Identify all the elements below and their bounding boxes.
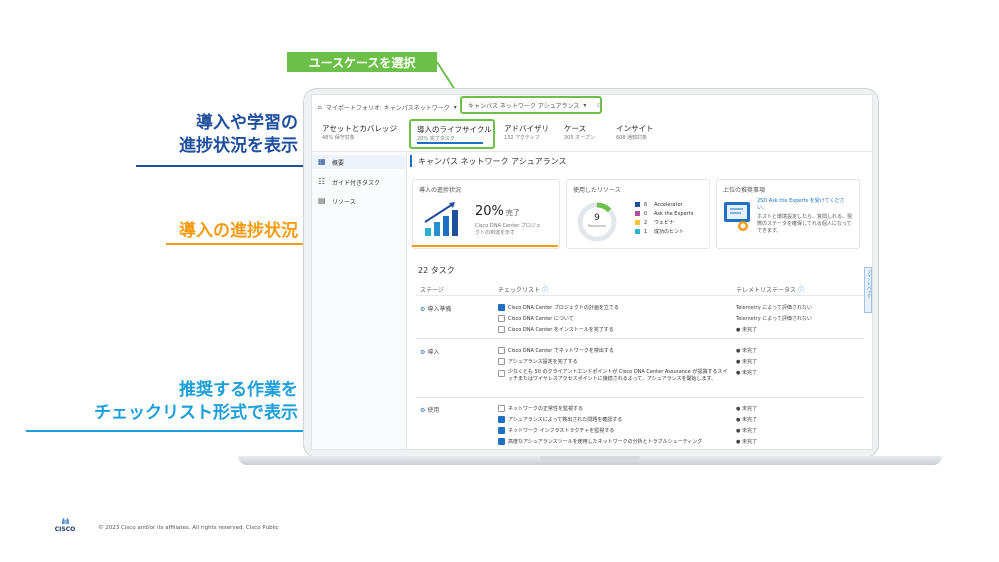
recommendations-card-title: 上位の推奨事項 xyxy=(723,187,766,194)
checkbox[interactable] xyxy=(498,347,505,354)
recommendation-link[interactable]: 2SD Ask the Experts を受けてください。 xyxy=(757,198,853,212)
checkbox[interactable] xyxy=(498,326,505,333)
telemetry-status: Telemetry によって評価されない xyxy=(736,305,812,311)
telemetry-status: ● 未完了 xyxy=(736,327,757,333)
telemetry-status: ● 未完了 xyxy=(736,417,757,423)
stage-implement: ⚙ 導入 xyxy=(420,349,440,356)
sidebar-item-resources[interactable]: ▤ リソース xyxy=(312,194,406,208)
stage-icon: ⚙ xyxy=(420,306,426,313)
info-icon: ⓘ xyxy=(541,287,548,294)
stage-icon: ⚙ xyxy=(420,349,426,356)
column-header-stage: ステージ xyxy=(420,287,444,294)
group-divider xyxy=(416,338,864,339)
resources-card-title: 使用したリソース xyxy=(573,187,621,194)
grid-icon: ▦ xyxy=(318,157,326,166)
stage-icon: ⚙ xyxy=(420,407,426,414)
group-divider xyxy=(416,397,864,398)
copyright-text: © 2023 Cisco and/or its affiliates. All … xyxy=(98,525,279,531)
progress-percent: 20% 完了 xyxy=(475,204,520,219)
page-title: キャンパス ネットワーク アシュアランス xyxy=(418,157,567,166)
info-icon: ⓘ xyxy=(797,287,804,294)
checkbox[interactable] xyxy=(498,438,505,445)
info-icon: ⊙ xyxy=(596,101,602,109)
legend-item: 1 成功のヒント xyxy=(635,227,693,236)
checklist-item[interactable]: アシュアランスによって検出された問題を確認する xyxy=(498,416,622,423)
certificate-icon xyxy=(724,202,750,231)
checklist-annotation: 推奨する作業を チェックリスト形式で表示 xyxy=(94,380,298,423)
tasks-count-title: 22 タスク xyxy=(418,266,455,275)
title-accent xyxy=(410,155,412,167)
telemetry-status: ● 未完了 xyxy=(736,406,757,412)
stage-preparation: ⚙ 導入準備 xyxy=(420,306,452,313)
header-divider xyxy=(416,295,864,296)
checklist-item[interactable]: アシュアランス設定を完了する xyxy=(498,358,578,365)
checklist-item[interactable]: ネットワーク インフラストラクチャを監視する xyxy=(498,427,614,434)
recommendation-text: ホストと環境設定したら、質問しれる、現際のステータを確保してれる個人になってでき… xyxy=(757,214,853,234)
checklist-item[interactable]: Cisco DNA Center でネットワークを検出する xyxy=(498,347,614,354)
telemetry-status: ● 未完了 xyxy=(736,439,757,445)
breadcrumb-text: マイポートフォリオ: キャンパスネットワーク xyxy=(325,105,450,112)
checklist-icon: ☷ xyxy=(318,177,326,186)
legend-item: 6 Accelerator xyxy=(635,200,693,209)
checkbox[interactable] xyxy=(498,370,505,377)
progress-card-title: 導入の進捗状況 xyxy=(419,187,462,194)
checkbox[interactable] xyxy=(498,304,505,311)
sidebar-item-guided-tasks[interactable]: ☷ ガイド付きタスク xyxy=(312,175,406,189)
legend-item: 0 Ask the Experts xyxy=(635,209,693,218)
progress-annotation: 導入や学習の 進捗状況を表示 xyxy=(179,113,298,156)
progress-highlight xyxy=(412,245,558,247)
resources-icon: ▤ xyxy=(318,196,326,205)
laptop-notch xyxy=(540,456,640,460)
checkbox[interactable] xyxy=(498,315,505,322)
checkbox[interactable] xyxy=(498,405,505,412)
sidebar-item-overview[interactable]: ▦ 概要 xyxy=(312,155,406,169)
tab-lifecycle[interactable]: 導入のライフサイクル 20% 完了タスク xyxy=(409,119,495,149)
checkbox[interactable] xyxy=(498,427,505,434)
growth-chart-icon xyxy=(424,202,458,236)
checklist-item[interactable]: Cisco DNA Center をインストールを完了する xyxy=(498,326,614,333)
cisco-logo: ılıılı CISCO xyxy=(54,517,76,534)
feedback-tab[interactable]: フィードバック xyxy=(864,267,872,313)
home-icon: ⌂ xyxy=(318,104,322,111)
adoption-progress-annotation: 導入の進捗状況 xyxy=(179,221,298,241)
checkbox[interactable] xyxy=(498,416,505,423)
telemetry-status: ● 未完了 xyxy=(736,359,757,365)
recommendations-card: 上位の推奨事項 2SD Ask the Experts を受けてください。 ホス… xyxy=(716,179,860,249)
telemetry-status: Telemetry によって評価されない xyxy=(736,316,812,322)
telemetry-status: ● 未完了 xyxy=(736,428,757,434)
checklist-item[interactable]: ネットワークの正常性を監視する xyxy=(498,405,583,412)
legend-item: 2 ウェビナ xyxy=(635,218,693,227)
checklist-item[interactable]: Cisco DNA Center について xyxy=(498,315,574,322)
app-screen: ⌂ マイポートフォリオ: キャンパスネットワーク ▾ キャンパス ネットワーク … xyxy=(311,94,873,450)
checklist-item[interactable]: 少なくとも 50 のクライアントエンドポイントが Cisco DNA Cente… xyxy=(498,369,730,383)
chevron-down-icon: ▾ xyxy=(453,104,457,111)
column-header-checklist: チェックリスト ⓘ xyxy=(498,287,548,294)
column-header-telemetry: テレメトリステータス ⓘ xyxy=(736,287,804,294)
checklist-item[interactable]: 高度なアシュアランスツールを使用したネットワークの分析とトラブルシューティング xyxy=(498,438,702,445)
telemetry-status: ● 未完了 xyxy=(736,348,757,354)
resources-card: 使用したリソース 9 Resources 6 Accelerator 0 Ask… xyxy=(566,179,710,249)
progress-card: 導入の進捗状況 20% 完了 Cisco DNA Center プロジェ クトの… xyxy=(412,179,560,249)
checkbox[interactable] xyxy=(498,358,505,365)
stage-use: ⚙ 使用 xyxy=(420,407,440,414)
telemetry-status: ● 未完了 xyxy=(736,370,757,376)
tab-advisories[interactable]: アドバイザリ 132 アクティブ xyxy=(504,123,549,141)
breadcrumb[interactable]: ⌂ マイポートフォリオ: キャンパスネットワーク ▾ xyxy=(318,103,457,112)
tab-assets[interactable]: アセットとカバレッジ 48% 保守対象 xyxy=(322,123,397,141)
tab-cases[interactable]: ケース 305 オープン xyxy=(564,123,595,141)
active-tab-indicator xyxy=(417,142,483,144)
chevron-down-icon: ▾ xyxy=(583,101,587,109)
resources-legend: 6 Accelerator 0 Ask the Experts 2 ウェビナ 1… xyxy=(635,200,693,236)
use-case-select[interactable]: キャンパス ネットワーク アシュアランス ▾ ⊙ xyxy=(460,96,602,114)
tab-insights[interactable]: インサイト 608 通知対象 xyxy=(616,123,654,141)
use-case-select-value: キャンパス ネットワーク アシュアランス xyxy=(468,102,580,110)
checklist-item[interactable]: Cisco DNA Center プロジェクトの計画を立てる xyxy=(498,304,619,311)
